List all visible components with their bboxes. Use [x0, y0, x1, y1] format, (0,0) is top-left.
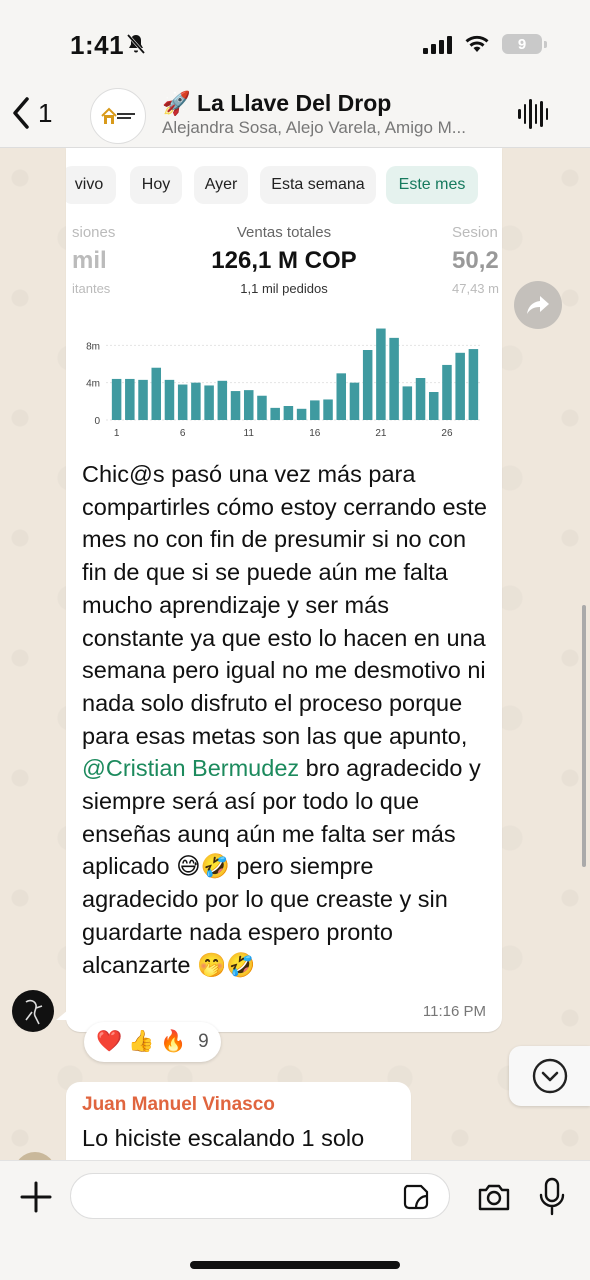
filter-vivo: vivo	[66, 166, 116, 204]
forward-button[interactable]	[514, 281, 562, 329]
reaction-emojis: ❤️ 👍 🔥	[96, 1030, 187, 1053]
scroll-to-bottom-button[interactable]	[509, 1046, 590, 1106]
metric-value: mil	[72, 247, 107, 274]
chat-header: 1 🚀 La Llave Del Drop Alejandra Sosa, Al…	[0, 80, 590, 148]
metric-sessions-left: siones mil itantes	[72, 224, 115, 296]
sticker-icon[interactable]	[402, 1183, 430, 1211]
sender-name[interactable]: Juan Manuel Vinasco	[82, 1094, 275, 1116]
chart-bar	[138, 379, 148, 420]
chart-bar	[270, 407, 280, 420]
metric-sub: 47,43 m	[452, 281, 499, 296]
y-tick-label: 8m	[86, 341, 100, 352]
microphone-icon[interactable]	[538, 1177, 566, 1217]
camera-icon[interactable]	[476, 1181, 512, 1213]
x-tick-label: 1	[114, 428, 120, 439]
message-bubble[interactable]: vivo Hoy Ayer Esta semana Este mes sione…	[66, 148, 502, 1032]
filter-ayer: Ayer	[194, 166, 248, 204]
reactions-pill[interactable]: ❤️ 👍 🔥 9	[84, 1022, 221, 1062]
chevron-left-icon	[13, 97, 29, 129]
chart-bar	[296, 408, 307, 420]
wifi-icon	[465, 35, 489, 52]
cellular-signal-icon	[423, 36, 452, 54]
chart-bar	[389, 337, 399, 420]
metric-sub: 1,1 mil pedidos	[240, 281, 328, 296]
filter-esta-semana: Esta semana	[260, 166, 376, 204]
chart-bar	[336, 373, 347, 420]
chart-bar	[468, 349, 479, 420]
chat-title[interactable]: 🚀 La Llave Del Drop	[162, 90, 391, 117]
bubble-tail	[56, 1010, 68, 1020]
unread-count: 1	[38, 97, 53, 128]
chart-bar	[283, 406, 294, 420]
metric-value: 50,2	[452, 247, 499, 274]
x-tick-label: 6	[180, 428, 186, 439]
chart-bar	[323, 399, 333, 420]
chart-bar	[125, 378, 135, 420]
chart-bar	[428, 392, 439, 420]
chart-bar	[151, 367, 162, 420]
metric-label: Ventas totales	[236, 224, 332, 241]
filter-este-mes: Este mes	[386, 166, 478, 204]
composer-bar	[0, 1160, 590, 1280]
x-tick-label: 26	[441, 428, 453, 439]
chart-bar	[111, 378, 122, 420]
scrollbar[interactable]	[582, 605, 586, 867]
status-bar: 1:41 9	[0, 0, 590, 80]
x-tick-label: 16	[309, 428, 321, 439]
chart-bar	[177, 384, 188, 420]
chart-bar	[402, 386, 413, 420]
chart-bar	[164, 379, 175, 420]
status-time: 1:41	[70, 30, 125, 60]
chevron-down-icon	[532, 1058, 567, 1094]
back-button[interactable]: 1	[10, 96, 52, 130]
chart-bar	[442, 364, 452, 420]
filter-hoy: Hoy	[130, 166, 182, 204]
message-text: Chic@s pasó una vez más para compartirle…	[82, 458, 494, 981]
mention-link[interactable]: @Cristian Bermudez	[82, 755, 299, 781]
chart-bar	[243, 390, 254, 420]
message-input[interactable]	[70, 1173, 450, 1219]
plus-icon[interactable]	[18, 1179, 54, 1215]
x-tick-label: 21	[375, 428, 387, 439]
metric-label: siones	[72, 224, 116, 241]
message-text-after: bro agradecido y siempre será así por to…	[82, 755, 481, 978]
metric-label: Sesion	[452, 224, 498, 241]
metric-sessions-right: Sesion 50,2 47,43 m	[452, 224, 499, 296]
bell-muted-icon	[126, 34, 146, 54]
chart-bar	[376, 328, 386, 420]
y-tick-label: 4m	[86, 379, 100, 390]
chart-bar	[455, 352, 465, 420]
chart-bar	[230, 391, 241, 420]
chart-bar	[349, 382, 360, 420]
chart-bar	[191, 382, 201, 420]
chart-bar	[217, 380, 228, 420]
metric-total-sales: Ventas totales 126,1 M COP 1,1 mil pedid…	[184, 224, 384, 296]
chart-bar	[204, 385, 214, 420]
chart-bar	[310, 400, 320, 420]
chat-members[interactable]: Alejandra Sosa, Alejo Varela, Amigo M...	[162, 118, 502, 138]
y-tick-label: 0	[94, 416, 100, 427]
chart-bar	[362, 350, 373, 420]
chart-bar	[415, 378, 426, 420]
date-filter-tabs: vivo Hoy Ayer Esta semana Este mes	[66, 166, 502, 206]
group-logo-icon	[99, 104, 137, 128]
battery-indicator: 9	[502, 34, 547, 54]
voice-chat-icon[interactable]	[518, 98, 548, 130]
group-avatar[interactable]	[90, 88, 146, 144]
message-text-before: Chic@s pasó una vez más para compartirle…	[82, 461, 487, 749]
home-indicator	[190, 1261, 400, 1269]
metric-sub: itantes	[72, 281, 111, 296]
reaction-count: 9	[198, 1031, 209, 1052]
metric-value: 126,1 M COP	[211, 247, 357, 274]
sales-bar-chart: 04m8m1 6 11 16 21 26	[86, 328, 480, 439]
message-time: 11:16 PM	[422, 1003, 486, 1020]
forward-icon	[527, 296, 549, 314]
x-tick-label: 11	[244, 428, 255, 439]
chart-bar	[257, 395, 267, 420]
sender-avatar[interactable]	[12, 990, 54, 1032]
shared-screenshot[interactable]: vivo Hoy Ayer Esta semana Este mes sione…	[66, 148, 502, 448]
